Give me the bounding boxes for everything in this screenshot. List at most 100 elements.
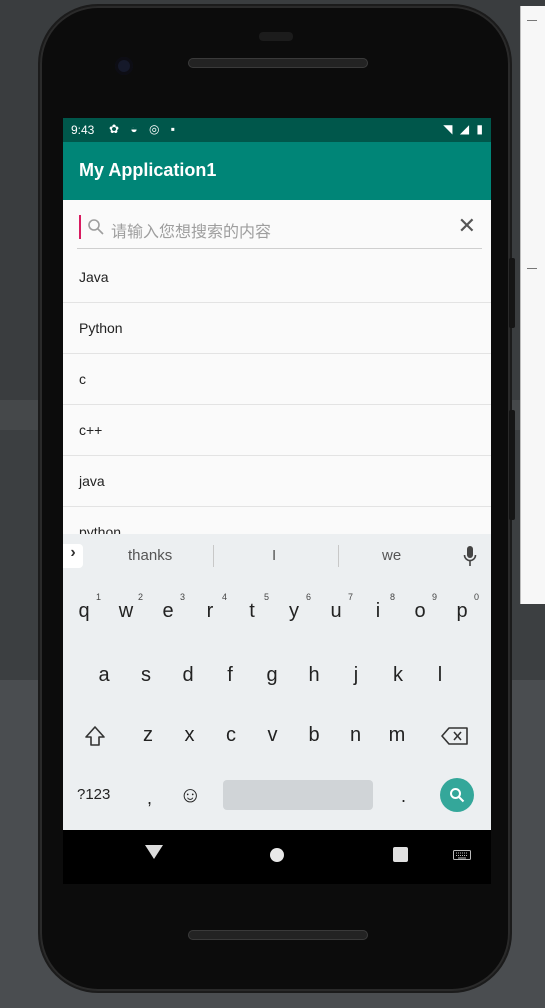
space-bar[interactable] — [223, 780, 373, 810]
key-s[interactable]: s — [131, 664, 161, 687]
divider — [213, 545, 214, 567]
list-item-label: Python — [79, 320, 123, 336]
key-w[interactable]: w2 — [111, 592, 143, 623]
chevron-right-icon[interactable]: › — [63, 544, 83, 568]
list-item-label: c++ — [79, 422, 103, 438]
back-icon[interactable] — [145, 845, 163, 859]
key-letter: p — [456, 600, 468, 622]
key-a[interactable]: a — [89, 664, 119, 687]
panel-marker — [527, 20, 537, 21]
comma-key[interactable]: , — [147, 788, 152, 809]
status-time: 9:43 — [71, 123, 95, 137]
main-content: 请输入您想搜索的内容 ✕ Java Python c c++ java pyth… — [63, 200, 491, 558]
key-g[interactable]: g — [257, 664, 287, 687]
key-v[interactable]: v — [258, 724, 288, 747]
key-letter: w — [118, 600, 134, 622]
emoji-icon[interactable]: ☺ — [179, 782, 201, 808]
app-bar: My Application1 — [63, 142, 491, 200]
key-r[interactable]: r4 — [195, 592, 227, 623]
list-item[interactable]: java — [63, 456, 491, 507]
key-hint-digit: 2 — [137, 592, 143, 602]
front-camera — [115, 57, 133, 75]
side-panel — [520, 6, 545, 604]
key-h[interactable]: h — [299, 664, 329, 687]
status-bar: 9:43 ✿ ◒ ◎ ▪ ◥ ◢ ▮ — [63, 118, 491, 142]
key-i[interactable]: i8 — [363, 592, 395, 623]
search-input[interactable]: 请输入您想搜索的内容 ✕ — [77, 208, 482, 249]
text-cursor — [79, 215, 81, 239]
notification-icons: ✿ ◒ ◎ ▪ — [109, 122, 180, 136]
key-letter: r — [206, 600, 214, 622]
divider — [338, 545, 339, 567]
navigation-bar — [63, 830, 491, 884]
key-letter: t — [249, 600, 255, 622]
signal-battery-icons: ◥ ◢ ▮ — [443, 122, 485, 136]
close-icon[interactable]: ✕ — [458, 214, 476, 238]
key-letter: u — [330, 600, 342, 622]
key-hint-digit: 5 — [263, 592, 269, 602]
period-key[interactable]: . — [401, 786, 406, 807]
bottom-speaker-grille — [188, 930, 368, 940]
list-item-label: c — [79, 371, 86, 387]
app-title: My Application1 — [79, 160, 217, 180]
top-speaker-grille — [188, 58, 368, 68]
shift-icon[interactable] — [83, 724, 107, 748]
result-list: Java Python c c++ java python — [63, 252, 491, 558]
volume-button[interactable] — [509, 410, 515, 520]
key-m[interactable]: m — [382, 724, 412, 747]
key-o[interactable]: o9 — [405, 592, 437, 623]
panel-marker — [527, 268, 537, 269]
list-item[interactable]: Java — [63, 252, 491, 303]
microphone-icon[interactable] — [463, 545, 477, 567]
home-icon[interactable] — [270, 848, 284, 862]
key-n[interactable]: n — [341, 724, 371, 747]
speaker-notch — [259, 32, 293, 41]
key-letter: o — [414, 600, 426, 622]
key-q[interactable]: q1 — [69, 592, 101, 623]
list-item[interactable]: Python — [63, 303, 491, 354]
search-key[interactable] — [440, 778, 474, 812]
key-b[interactable]: b — [299, 724, 329, 747]
key-z[interactable]: z — [133, 724, 163, 747]
phone-screen: 9:43 ✿ ◒ ◎ ▪ ◥ ◢ ▮ My Application1 请输入您想… — [63, 118, 491, 884]
key-hint-digit: 6 — [305, 592, 311, 602]
key-letter: i — [375, 600, 381, 622]
key-l[interactable]: l — [425, 664, 455, 687]
suggestion-strip: › thanks I we — [63, 534, 491, 578]
key-hint-digit: 4 — [221, 592, 227, 602]
key-u[interactable]: u7 — [321, 592, 353, 623]
recents-icon[interactable] — [393, 847, 408, 862]
list-item[interactable]: c — [63, 354, 491, 405]
key-d[interactable]: d — [173, 664, 203, 687]
key-hint-digit: 3 — [179, 592, 185, 602]
key-letter: q — [78, 600, 90, 622]
key-letter: e — [162, 600, 174, 622]
suggestion[interactable]: thanks — [128, 547, 172, 564]
list-item-label: Java — [79, 269, 109, 285]
power-button[interactable] — [509, 258, 515, 328]
key-y[interactable]: y6 — [279, 592, 311, 623]
key-f[interactable]: f — [215, 664, 245, 687]
key-hint-digit: 7 — [347, 592, 353, 602]
symbols-key[interactable]: ?123 — [77, 786, 110, 803]
search-icon — [88, 219, 104, 235]
key-hint-digit: 9 — [431, 592, 437, 602]
key-c[interactable]: c — [216, 724, 246, 747]
keyboard-switch-icon[interactable] — [453, 850, 471, 860]
key-e[interactable]: e3 — [153, 592, 185, 623]
key-letter: y — [289, 600, 299, 622]
key-hint-digit: 1 — [95, 592, 101, 602]
key-t[interactable]: t5 — [237, 592, 269, 623]
suggestion[interactable]: we — [382, 547, 401, 564]
key-hint-digit: 8 — [389, 592, 395, 602]
key-x[interactable]: x — [175, 724, 205, 747]
backspace-icon[interactable] — [441, 726, 469, 746]
key-k[interactable]: k — [383, 664, 413, 687]
key-hint-digit: 0 — [473, 592, 479, 602]
list-item[interactable]: c++ — [63, 405, 491, 456]
search-icon — [450, 788, 465, 803]
search-placeholder: 请输入您想搜索的内容 — [111, 224, 272, 241]
suggestion[interactable]: I — [272, 547, 276, 564]
key-p[interactable]: p0 — [447, 592, 479, 623]
key-j[interactable]: j — [341, 664, 371, 687]
